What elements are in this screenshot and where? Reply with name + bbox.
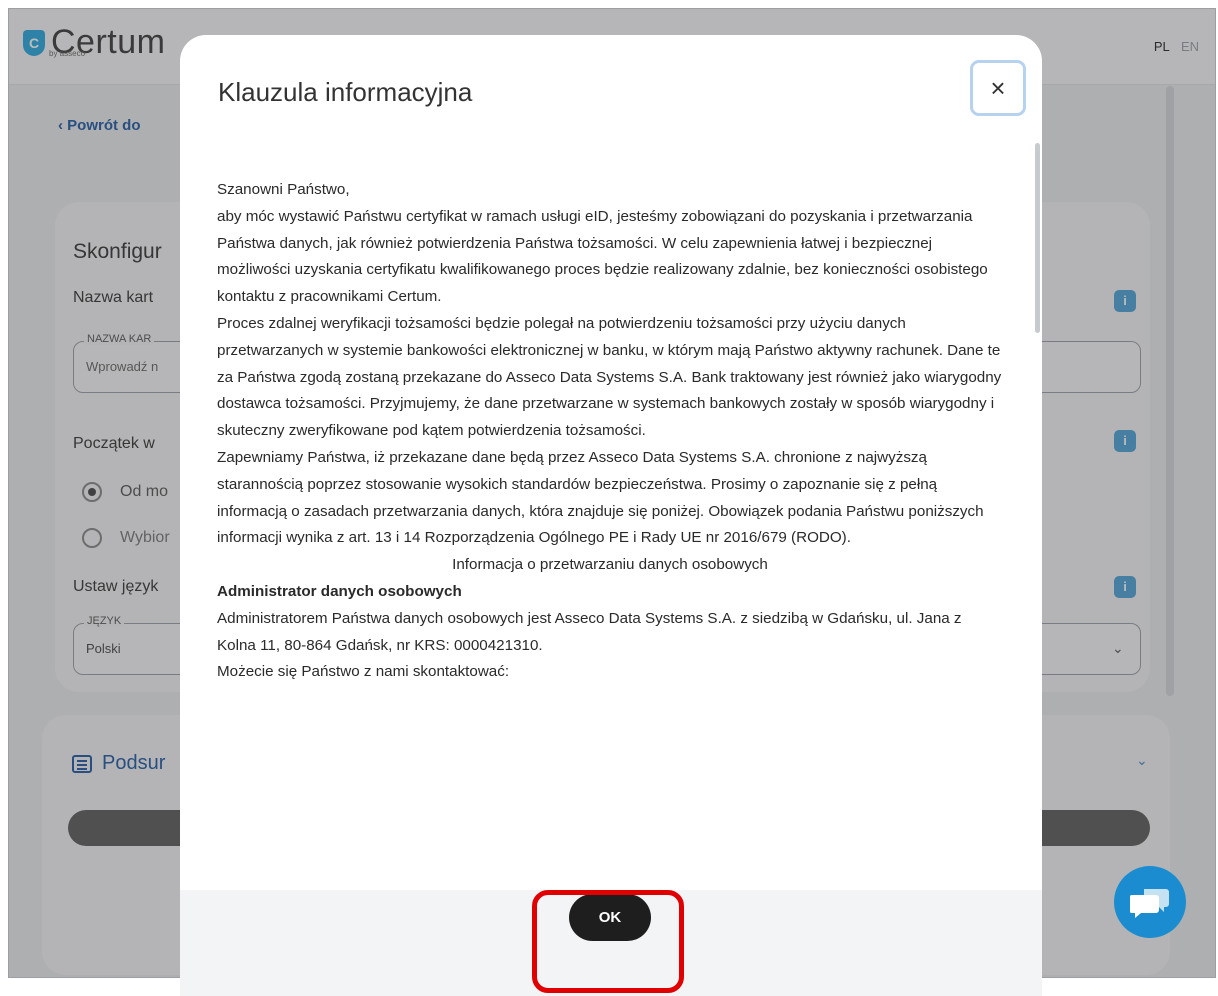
modal-scrollbar[interactable] [1035, 143, 1040, 333]
modal-content[interactable]: Szanowni Państwo, aby móc wystawić Państ… [217, 177, 1003, 890]
information-clause-modal: Klauzula informacyjna × Szanowni Państwo… [180, 35, 1042, 996]
paragraph: Administratorem Państwa danych osobowych… [217, 609, 962, 654]
chat-icon [1130, 889, 1169, 918]
paragraph: Szanowni Państwo, [217, 181, 350, 198]
admin-heading: Administrator danych osobowych [217, 582, 462, 600]
highlight-box [532, 890, 684, 993]
paragraph: Proces zdalnej weryfikacji tożsamości bę… [217, 314, 1002, 440]
section-title: Informacja o przetwarzaniu danych osobow… [452, 556, 768, 574]
paragraph: aby móc wystawić Państwu certyfikat w ra… [217, 207, 988, 306]
paragraph: Możecie się Państwo z nami skontaktować: [217, 663, 510, 681]
close-icon: × [990, 72, 1006, 103]
chat-button[interactable] [1114, 866, 1186, 938]
modal-title: Klauzula informacyjna [218, 77, 473, 107]
paragraph: Zapewniamy Państwa, iż przekazane dane b… [217, 448, 984, 547]
close-button[interactable]: × [970, 60, 1026, 116]
